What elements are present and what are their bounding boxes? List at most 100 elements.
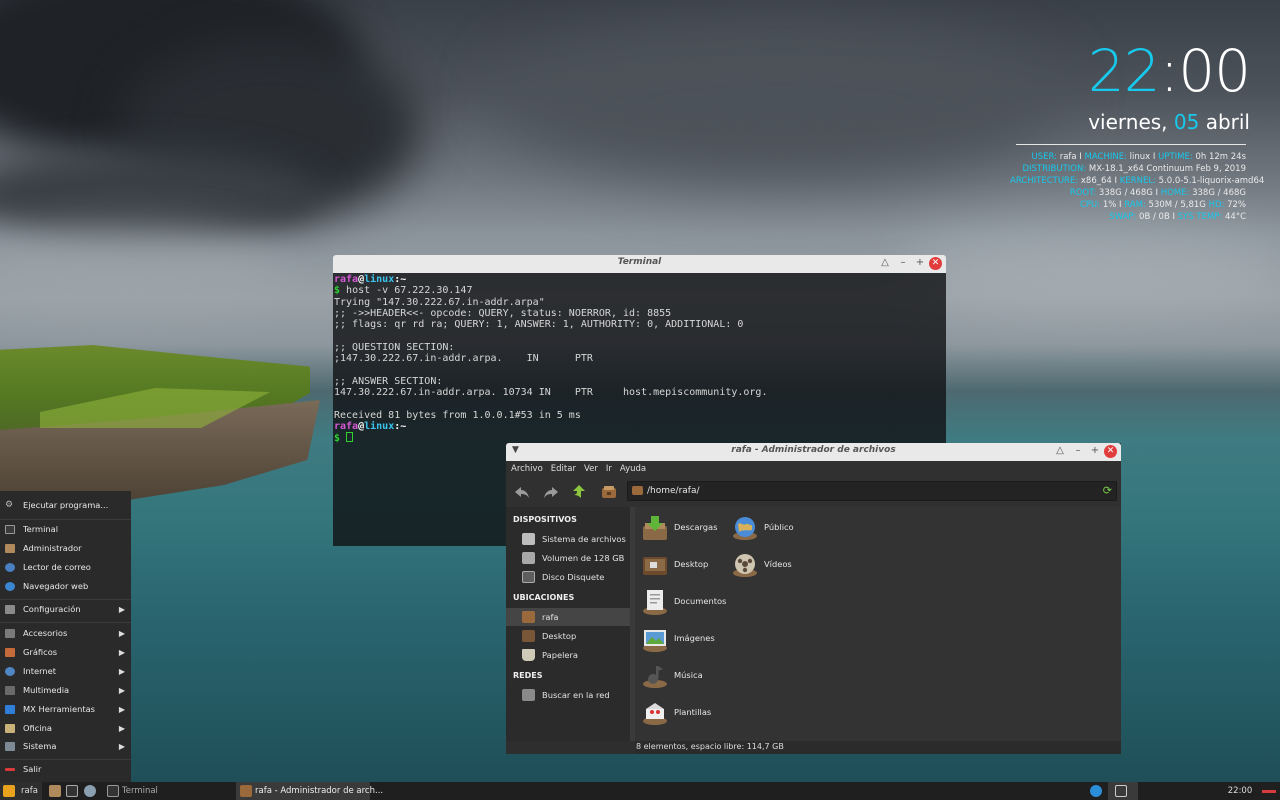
minimize-button[interactable]: – (896, 256, 910, 270)
menu-icon (3, 785, 15, 797)
logout-icon[interactable] (1262, 790, 1276, 793)
sidebar-item-rafa[interactable]: rafa (506, 608, 630, 626)
menu-ver[interactable]: Ver (584, 461, 598, 477)
settings-icon (5, 605, 15, 614)
home-folder-icon (632, 486, 643, 495)
sidebar-item-filesystem[interactable]: Sistema de archivos (506, 530, 630, 548)
pictures-folder-icon (643, 630, 667, 652)
mail-icon (5, 563, 15, 572)
conky-row: SWAP: 0B / 0B I SYS TEMP: 44°C (1109, 212, 1246, 222)
submenu-arrow-icon: ▶ (118, 705, 125, 714)
menu-ayuda[interactable]: Ayuda (620, 461, 646, 477)
menu-bar: Archivo Editar Ver Ir Ayuda (506, 461, 1121, 477)
menu-editar[interactable]: Editar (551, 461, 576, 477)
file-item[interactable]: Plantillas (637, 698, 722, 730)
sidebar-header-devices: DISPOSITIVOS (513, 515, 577, 524)
menu-item-settings[interactable]: Configuración ▶ (0, 600, 131, 619)
desktop-icon (522, 630, 535, 642)
file-item[interactable]: Documentos (637, 587, 726, 619)
office-icon (5, 724, 15, 733)
file-manager-icon (240, 785, 252, 797)
terminal-line: rafa@linux:~ (334, 420, 407, 432)
file-manager-title: rafa - Administrador de archivos (731, 445, 896, 455)
submenu-arrow-icon: ▶ (118, 629, 125, 638)
reload-icon[interactable]: ⟳ (1103, 482, 1112, 500)
menu-item-mx-tools[interactable]: MX Herramientas ▶ (0, 700, 131, 719)
location-bar[interactable]: /home/rafa/ ⟳ (627, 481, 1117, 501)
terminal-title: Terminal (617, 257, 662, 267)
terminal-line: ;; flags: qr rd ra; QUERY: 1, ANSWER: 1,… (334, 319, 744, 331)
menu-item-office[interactable]: Oficina ▶ (0, 719, 131, 738)
file-manager-launcher-icon[interactable] (49, 785, 61, 797)
back-icon[interactable] (513, 483, 531, 501)
terminal-line: Received 81 bytes from 1.0.0.1#53 in 5 m… (334, 409, 581, 421)
file-item[interactable]: Imágenes (637, 624, 722, 656)
menu-item-mail[interactable]: Lector de correo (0, 558, 131, 577)
shade-button[interactable]: △ (1053, 444, 1067, 458)
file-item[interactable]: Público (727, 513, 812, 545)
menu-item-accessories[interactable]: Accesorios ▶ (0, 624, 131, 643)
conky-row: CPU: 1% I RAM: 530M / 5,81G HD: 72% (1079, 200, 1246, 210)
terminal-icon (107, 785, 119, 797)
forward-icon[interactable] (542, 483, 560, 501)
terminal-line: $ host -v 67.222.30.147 (334, 285, 473, 297)
menu-separator (0, 622, 131, 623)
file-item[interactable]: Desktop (637, 550, 722, 582)
conky-row: USER: rafa I MACHINE: linux I UPTIME: 0h… (1031, 152, 1247, 162)
menu-item-internet[interactable]: Internet ▶ (0, 662, 131, 681)
drive-icon (522, 533, 535, 545)
accessories-icon (5, 629, 15, 638)
templates-folder-icon (643, 703, 667, 725)
file-item[interactable]: Descargas (637, 513, 722, 545)
videos-folder-icon (733, 554, 757, 577)
taskbar-clock[interactable]: 22:00 (1222, 782, 1258, 800)
home-icon[interactable] (600, 483, 618, 501)
file-item[interactable]: Música (637, 661, 722, 693)
menu-item-graphics[interactable]: Gráficos ▶ (0, 643, 131, 662)
terminal-line: ;147.30.222.67.in-addr.arpa. IN PTR (334, 353, 593, 365)
updater-icon[interactable] (1090, 785, 1102, 797)
file-manager-icon (5, 544, 15, 553)
close-button[interactable]: ✕ (1104, 445, 1117, 458)
browser-launcher-icon[interactable] (84, 785, 96, 797)
sidebar-item-volume[interactable]: Volumen de 128 GB (506, 549, 630, 567)
menu-archivo[interactable]: Archivo (511, 461, 543, 477)
menu-item-logout[interactable]: Salir (0, 760, 131, 779)
file-manager-window[interactable]: ▼ rafa - Administrador de archivos △ – +… (506, 443, 1121, 754)
file-view[interactable]: Descargas Público Desktop Vídeos Documen… (635, 507, 1121, 741)
shade-button[interactable]: △ (878, 256, 892, 270)
terminal-titlebar[interactable]: Terminal △ – + ✕ (333, 255, 946, 273)
gear-icon: ⚙ (5, 500, 14, 510)
whisker-menu-button[interactable]: rafa (0, 782, 42, 800)
sidebar-item-desktop[interactable]: Desktop (506, 627, 630, 645)
menu-item-system[interactable]: Sistema ▶ (0, 737, 131, 756)
sidebar-item-trash[interactable]: Papelera (506, 646, 630, 664)
minimize-button[interactable]: – (1071, 444, 1085, 458)
menu-item-browser[interactable]: Navegador web (0, 577, 131, 596)
task-terminal[interactable]: Terminal (104, 782, 232, 800)
maximize-button[interactable]: + (913, 256, 927, 270)
menu-item-file-manager[interactable]: Administrador (0, 539, 131, 558)
file-item[interactable]: Vídeos (727, 550, 812, 582)
terminal-launcher-icon[interactable] (66, 785, 78, 797)
sidebar-item-floppy[interactable]: Disco Disquete (506, 568, 630, 586)
maximize-button[interactable]: + (1088, 444, 1102, 458)
terminal-line: rafa@linux:~ (334, 274, 407, 285)
file-manager-titlebar[interactable]: ▼ rafa - Administrador de archivos △ – +… (506, 443, 1121, 461)
sidebar-item-network[interactable]: Buscar en la red (506, 686, 630, 704)
menu-item-terminal[interactable]: Terminal (0, 520, 131, 539)
task-file-manager[interactable]: rafa - Administrador de arch... (236, 782, 383, 800)
menu-ir[interactable]: Ir (606, 461, 612, 477)
menu-item-multimedia[interactable]: Multimedia ▶ (0, 681, 131, 700)
network-icon (522, 689, 535, 701)
conky-row: ROOT: 338G / 468G I HOME: 338G / 468G (1069, 188, 1246, 198)
menu-item-run[interactable]: ⚙ Ejecutar programa... (0, 496, 131, 515)
workspace-switcher[interactable] (1108, 782, 1138, 800)
terminal-output[interactable]: rafa@linux:~ $ host -v 67.222.30.147 Tryin… (334, 274, 945, 444)
close-button[interactable]: ✕ (929, 257, 942, 270)
location-path: /home/rafa/ (647, 486, 700, 496)
up-icon[interactable] (570, 483, 588, 501)
